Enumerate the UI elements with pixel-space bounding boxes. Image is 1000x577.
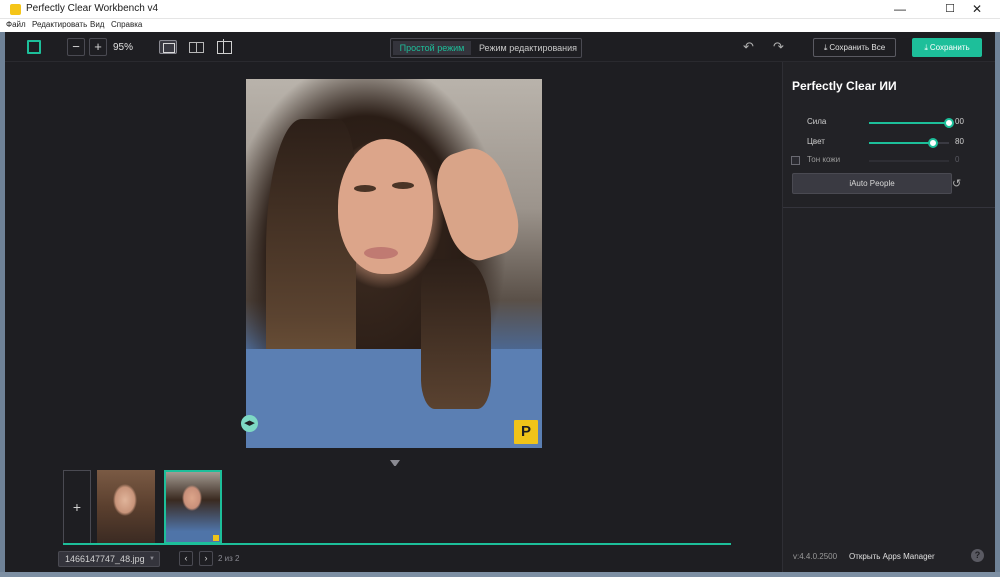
slider-strength: Сила 00 bbox=[783, 116, 996, 130]
desktop-edge bbox=[0, 572, 1000, 577]
slider-handle[interactable] bbox=[928, 138, 938, 148]
close-button[interactable]: ✕ bbox=[954, 0, 1000, 19]
photo-region bbox=[246, 349, 542, 448]
redo-icon[interactable]: ↷ bbox=[773, 40, 787, 54]
slider-value: 80 bbox=[955, 137, 964, 146]
processing-progress-bar bbox=[63, 543, 731, 545]
slider-value: 0 bbox=[955, 155, 960, 164]
next-image-button[interactable]: › bbox=[199, 551, 213, 566]
toolbar: − + 95% Простой режим Режим редактирован… bbox=[5, 32, 995, 62]
slider-color: Цвет 80 bbox=[783, 136, 996, 150]
photo-region bbox=[392, 182, 414, 189]
slider-track[interactable] bbox=[869, 138, 949, 148]
download-icon: ⤓ bbox=[924, 43, 928, 52]
slider-label: Сила bbox=[807, 117, 827, 126]
save-all-button[interactable]: ⤓ Сохранить Все bbox=[813, 38, 896, 57]
slider-track bbox=[869, 160, 949, 162]
slider-fill bbox=[869, 122, 949, 124]
minimize-button[interactable]: — bbox=[877, 0, 923, 19]
menu-file[interactable]: Файл bbox=[6, 20, 26, 29]
menu-view[interactable]: Вид bbox=[90, 20, 104, 29]
save-all-label: Сохранить Все bbox=[829, 43, 886, 52]
zoom-level: 95% bbox=[113, 42, 134, 53]
status-bar: 1466147747_48.jpg ▼ ‹ › 2 из 2 bbox=[5, 546, 782, 572]
title-bar: Perfectly Clear Workbench v4 — ☐ ✕ bbox=[0, 0, 1000, 19]
crop-frame-icon bbox=[27, 40, 41, 54]
reset-icon[interactable]: ↺ bbox=[952, 177, 961, 190]
photo-region bbox=[426, 140, 528, 268]
slider-handle[interactable] bbox=[944, 118, 954, 128]
help-icon[interactable]: ? bbox=[971, 549, 984, 562]
page-counter: 2 из 2 bbox=[218, 554, 240, 563]
version-label: v:4.4.0.2500 bbox=[793, 552, 838, 561]
add-image-button[interactable]: + bbox=[63, 470, 91, 544]
undo-icon[interactable]: ↶ bbox=[743, 40, 757, 54]
desktop-edge bbox=[0, 32, 5, 577]
menu-bar: Файл Редактировать Вид Справка bbox=[0, 19, 1000, 32]
filename-dropdown[interactable]: 1466147747_48.jpg ▼ bbox=[58, 551, 160, 567]
slider-value: 00 bbox=[955, 117, 964, 126]
thumbnail-1[interactable] bbox=[97, 470, 155, 544]
slider-skin-tone: Тон кожи 0 bbox=[783, 154, 996, 168]
app-window: Perfectly Clear Workbench v4 — ☐ ✕ Файл … bbox=[0, 0, 1000, 577]
preset-button[interactable]: iAuto People bbox=[792, 173, 952, 194]
save-button[interactable]: ⤓ Сохранить bbox=[912, 38, 982, 57]
photo-preview[interactable]: P bbox=[246, 79, 542, 448]
skin-tone-checkbox[interactable] bbox=[791, 156, 800, 165]
slider-track[interactable] bbox=[869, 118, 954, 128]
compare-handle-icon[interactable]: ◀▶ bbox=[241, 415, 258, 432]
filmstrip: + bbox=[5, 466, 782, 546]
slider-label: Цвет bbox=[807, 137, 825, 146]
save-label: Сохранить bbox=[929, 43, 970, 52]
divider bbox=[783, 207, 996, 208]
zoom-out-button[interactable]: − bbox=[67, 38, 85, 56]
edited-marker bbox=[213, 535, 219, 541]
single-view-icon[interactable] bbox=[159, 40, 177, 54]
slider-label: Тон кожи bbox=[807, 155, 841, 164]
adjustments-panel: Perfectly Clear ИИ Сила 00 Цвет 80 Тон к… bbox=[782, 62, 996, 572]
desktop-edge bbox=[995, 32, 1000, 577]
panel-title: Perfectly Clear ИИ bbox=[792, 79, 897, 93]
menu-edit[interactable]: Редактировать bbox=[32, 20, 87, 29]
window-title: Perfectly Clear Workbench v4 bbox=[26, 3, 159, 14]
slider-fill bbox=[869, 142, 933, 144]
preset-badge[interactable]: P bbox=[514, 420, 538, 444]
tab-edit-mode[interactable]: Режим редактирования bbox=[475, 41, 581, 55]
photo-region bbox=[421, 259, 491, 409]
previous-image-button[interactable]: ‹ bbox=[179, 551, 193, 566]
apps-manager-link[interactable]: Открыть Apps Manager bbox=[849, 552, 935, 561]
compare-view-icon[interactable] bbox=[215, 39, 233, 54]
tab-simple-mode[interactable]: Простой режим bbox=[393, 41, 471, 55]
zoom-in-button[interactable]: + bbox=[89, 38, 107, 56]
split-view-icon[interactable] bbox=[187, 40, 205, 54]
thumbnail-2-selected[interactable] bbox=[164, 470, 222, 544]
photo-region bbox=[364, 247, 398, 259]
app-logo-icon bbox=[10, 4, 21, 15]
chevron-down-icon: ▼ bbox=[149, 556, 155, 562]
photo-region bbox=[354, 185, 376, 192]
download-icon: ⤓ bbox=[823, 43, 828, 52]
menu-help[interactable]: Справка bbox=[111, 20, 142, 29]
filename-value: 1466147747_48.jpg bbox=[65, 554, 145, 564]
mode-switch: Простой режим Режим редактирования bbox=[390, 38, 582, 58]
image-canvas[interactable]: P ◀▶ bbox=[5, 62, 782, 457]
